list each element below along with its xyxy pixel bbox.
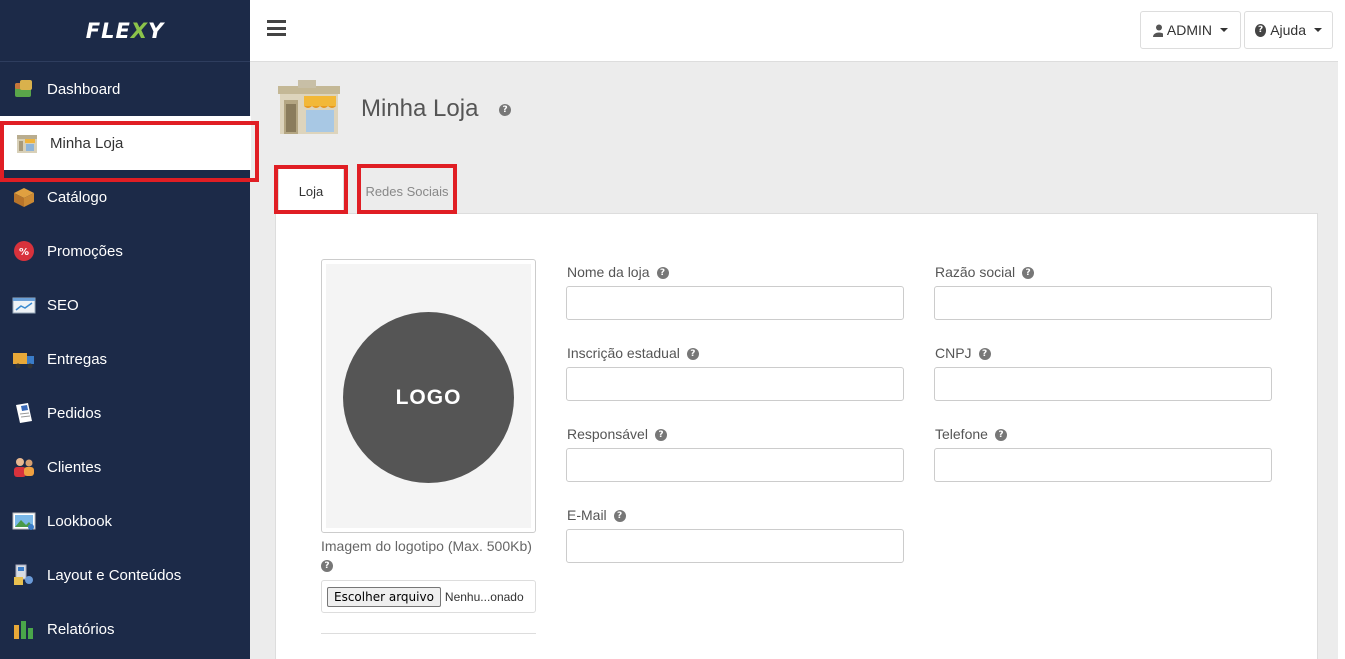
- sidebar: FLEXY Dashboard Minha Loja Catálogo % Pr…: [0, 0, 251, 659]
- sidebar-item-label: Layout e Conteúdos: [47, 566, 182, 584]
- brand-text-a: FLE: [85, 18, 131, 43]
- help-icon[interactable]: ?: [994, 429, 1007, 442]
- cnpj-label-text: CNPJ: [935, 345, 972, 361]
- logo-preview[interactable]: LOGO: [321, 259, 536, 533]
- sidebar-item-dashboard[interactable]: Dashboard: [0, 62, 250, 116]
- razao-label: Razão social?: [935, 264, 1035, 280]
- logo-caption: Imagem do logotipo (Max. 500Kb) ?: [321, 538, 532, 573]
- right-gutter: [1338, 0, 1345, 659]
- help-icon[interactable]: ?: [321, 560, 333, 573]
- divider: [321, 633, 536, 634]
- sidebar-item-promocoes[interactable]: % Promoções: [0, 224, 250, 278]
- tab-redes-sociais[interactable]: Redes Sociais: [360, 168, 454, 214]
- dashboard-icon: [12, 77, 36, 101]
- help-icon[interactable]: ?: [1022, 267, 1035, 280]
- logo-file-input[interactable]: Escolher arquivo Nenhu...onado: [321, 580, 536, 613]
- picture-icon: [12, 509, 36, 533]
- inscricao-estadual-input[interactable]: [566, 367, 904, 401]
- tab-redes-label: Redes Sociais: [365, 183, 449, 199]
- sidebar-nav: Dashboard Minha Loja Catálogo % Promoçõe…: [0, 62, 251, 656]
- sidebar-item-clientes[interactable]: Clientes: [0, 440, 250, 494]
- question-icon: ?: [1255, 23, 1267, 37]
- percent-icon: %: [12, 239, 36, 263]
- sidebar-item-label: SEO: [47, 296, 79, 314]
- sidebar-item-minha-loja[interactable]: Minha Loja: [0, 116, 251, 170]
- sidebar-item-label: Entregas: [47, 350, 108, 368]
- help-icon[interactable]: ?: [686, 348, 699, 361]
- responsavel-label-text: Responsável: [567, 426, 648, 442]
- nome-label: Nome da loja?: [567, 264, 669, 280]
- page-title: Minha Loja ?: [361, 95, 512, 123]
- email-label-text: E-Mail: [567, 507, 607, 523]
- caret-down-icon: [1314, 28, 1322, 32]
- help-label: Ajuda: [1270, 22, 1306, 38]
- responsavel-label: Responsável?: [567, 426, 667, 442]
- users-icon: [12, 455, 36, 479]
- logo-text: LOGO: [395, 385, 462, 409]
- brand-logo[interactable]: FLEXY: [0, 0, 250, 62]
- truck-icon: [12, 347, 36, 371]
- seo-chart-icon: [12, 293, 36, 317]
- admin-label: ADMIN: [1166, 22, 1212, 38]
- help-icon[interactable]: ?: [499, 103, 512, 116]
- telefone-input[interactable]: [934, 448, 1272, 482]
- logo-circle: LOGO: [343, 312, 514, 483]
- sidebar-item-label: Catálogo: [47, 188, 108, 206]
- sidebar-item-catalogo[interactable]: Catálogo: [0, 170, 250, 224]
- telefone-label-text: Telefone: [935, 426, 988, 442]
- help-dropdown-button[interactable]: ? Ajuda: [1244, 11, 1333, 49]
- page-title-text: Minha Loja: [361, 95, 479, 122]
- store-icon: [15, 131, 39, 155]
- sidebar-item-label: Relatórios: [47, 620, 115, 638]
- file-status: Nenhu...onado: [444, 589, 524, 604]
- choose-file-button[interactable]: Escolher arquivo: [327, 586, 441, 607]
- tab-loja-label: Loja: [298, 183, 324, 199]
- sidebar-item-pedidos[interactable]: Pedidos: [0, 386, 250, 440]
- menu-toggle-icon[interactable]: [267, 20, 286, 36]
- logo-placeholder: LOGO: [326, 264, 531, 528]
- help-icon[interactable]: ?: [613, 510, 626, 523]
- help-icon[interactable]: ?: [654, 429, 667, 442]
- sidebar-item-label: Promoções: [47, 242, 123, 260]
- sidebar-item-lookbook[interactable]: Lookbook: [0, 494, 250, 548]
- logo-caption-text: Imagem do logotipo (Max. 500Kb): [321, 538, 532, 554]
- help-icon[interactable]: ?: [656, 267, 669, 280]
- document-icon: [12, 401, 36, 425]
- sidebar-item-label: Clientes: [47, 458, 102, 476]
- user-icon: [1153, 24, 1163, 37]
- box-icon: [12, 185, 36, 209]
- responsavel-input[interactable]: [566, 448, 904, 482]
- cnpj-label: CNPJ?: [935, 345, 991, 361]
- inscricao-label-text: Inscrição estadual: [567, 345, 680, 361]
- sidebar-item-label: Lookbook: [47, 512, 113, 530]
- sidebar-item-relatorios[interactable]: Relatórios: [0, 602, 250, 656]
- svg-text:%: %: [19, 247, 29, 258]
- store-header-icon: [276, 78, 342, 136]
- help-icon[interactable]: ?: [978, 348, 991, 361]
- caret-down-icon: [1220, 28, 1228, 32]
- nome-da-loja-input[interactable]: [566, 286, 904, 320]
- admin-dropdown-button[interactable]: ADMIN: [1140, 11, 1241, 49]
- sidebar-item-seo[interactable]: SEO: [0, 278, 250, 332]
- brand-text-b: Y: [148, 18, 165, 43]
- tab-loja[interactable]: Loja: [278, 168, 344, 214]
- sidebar-item-entregas[interactable]: Entregas: [0, 332, 250, 386]
- email-field[interactable]: [566, 529, 904, 563]
- bar-chart-icon: [12, 617, 36, 641]
- sidebar-item-label: Minha Loja: [50, 134, 124, 152]
- sidebar-item-label: Pedidos: [47, 404, 102, 422]
- sidebar-item-layout[interactable]: Layout e Conteúdos: [0, 548, 250, 602]
- layout-icon: [12, 563, 36, 587]
- sidebar-item-label: Dashboard: [47, 80, 121, 98]
- nome-label-text: Nome da loja: [567, 264, 650, 280]
- inscricao-label: Inscrição estadual?: [567, 345, 699, 361]
- topbar: ADMIN ? Ajuda: [250, 0, 1338, 62]
- razao-label-text: Razão social: [935, 264, 1016, 280]
- email-label: E-Mail?: [567, 507, 626, 523]
- razao-social-input[interactable]: [934, 286, 1272, 320]
- cnpj-input[interactable]: [934, 367, 1272, 401]
- telefone-label: Telefone?: [935, 426, 1007, 442]
- brand-text-x: X: [130, 18, 149, 43]
